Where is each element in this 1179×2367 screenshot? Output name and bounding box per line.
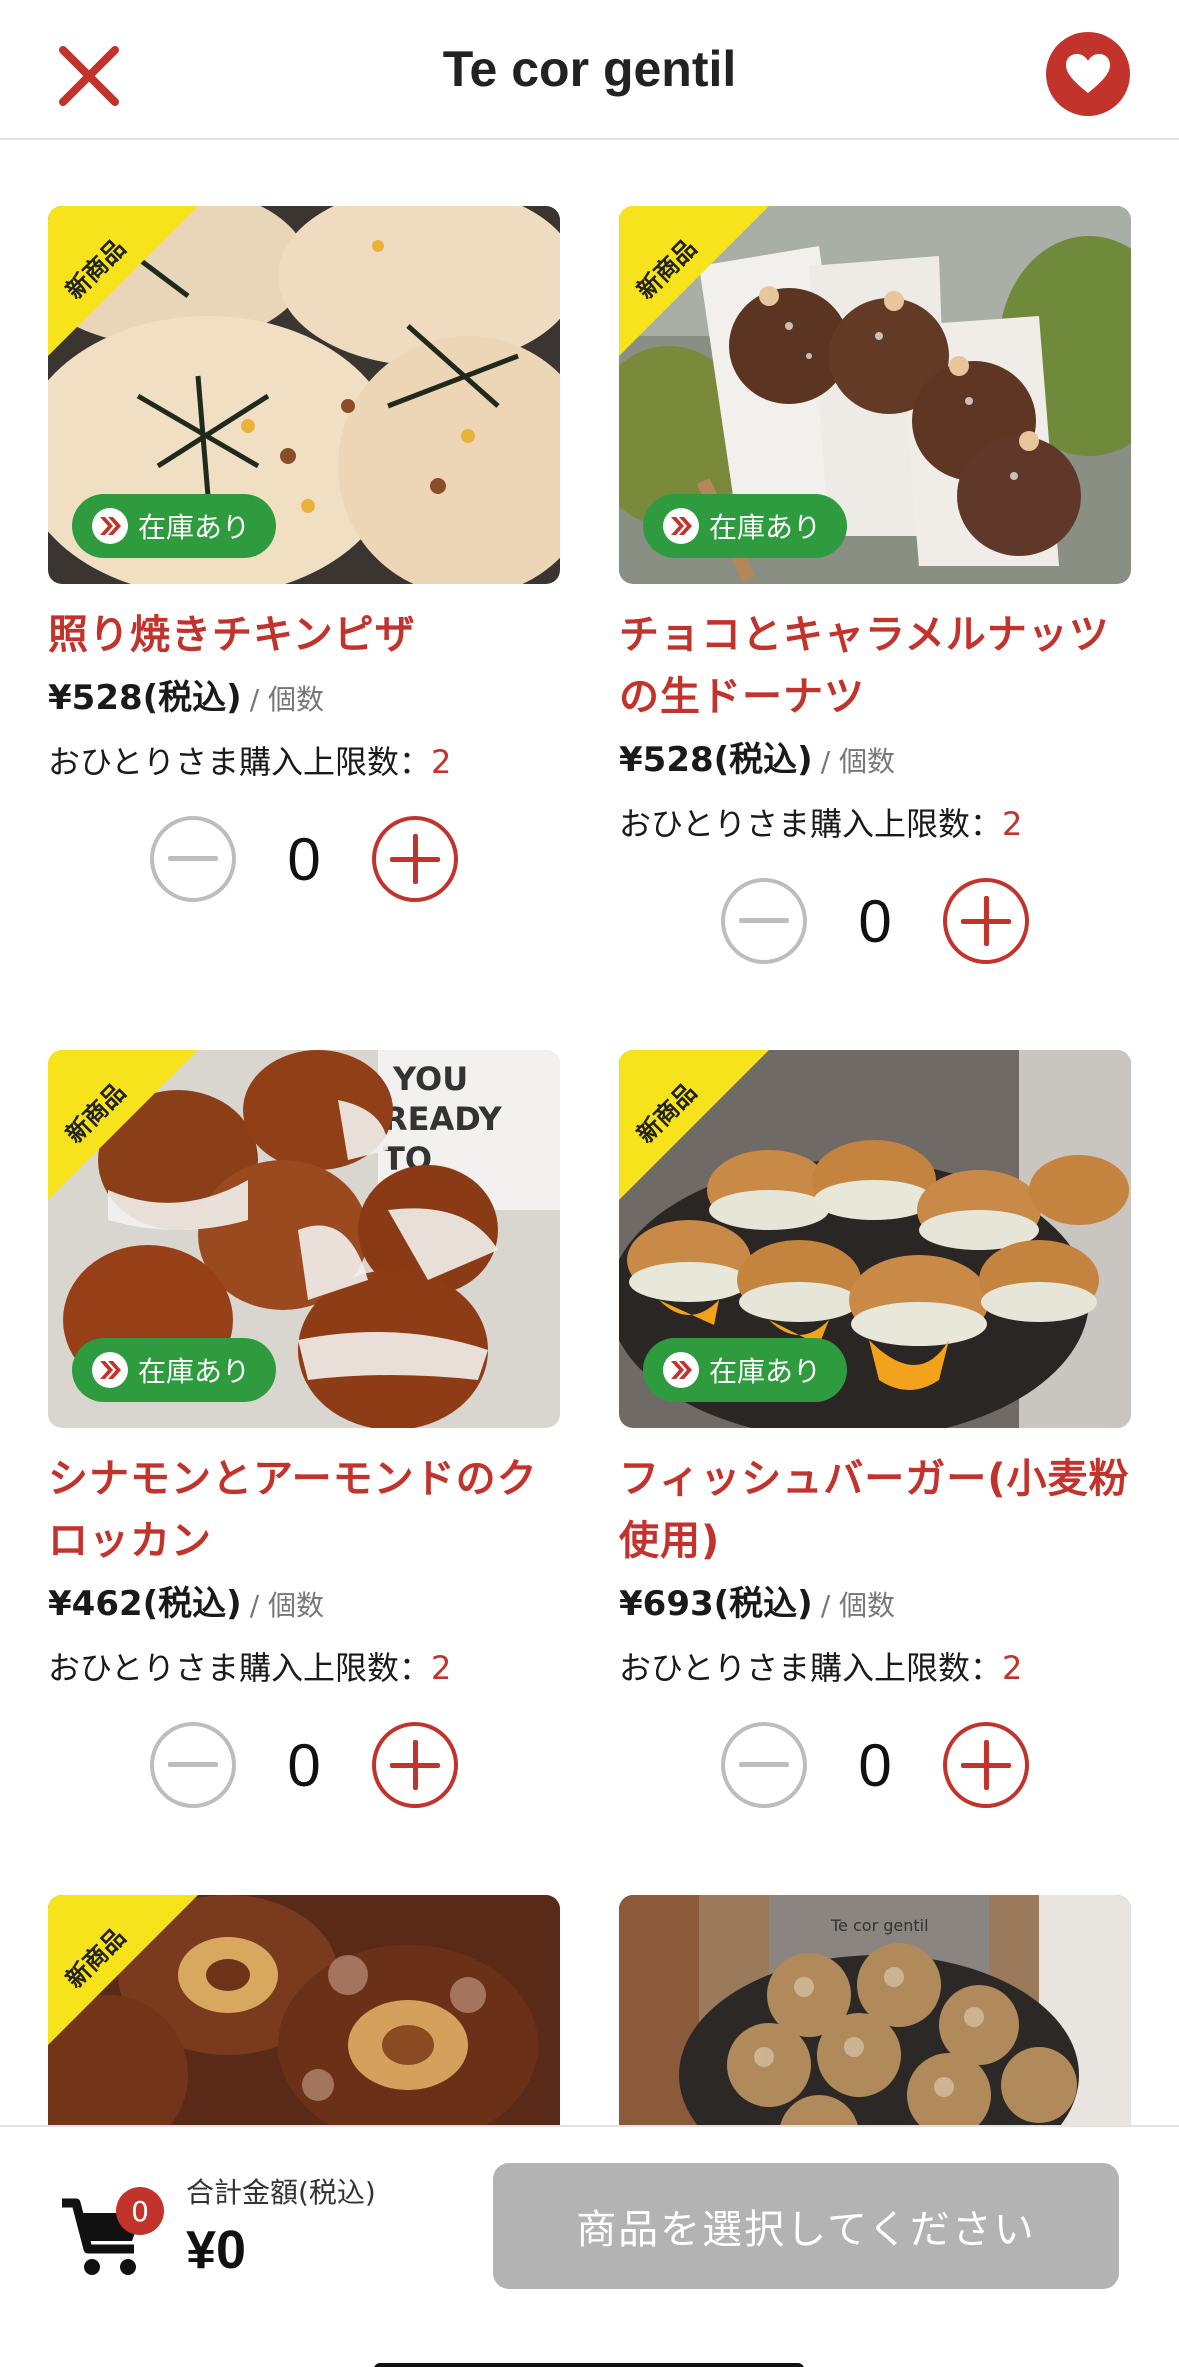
price-row: ¥528(税込) / 個数 — [48, 670, 560, 728]
decrease-button[interactable] — [150, 1722, 236, 1808]
product-card[interactable]: Te cor gentil — [619, 1895, 1131, 2125]
stock-icon — [663, 1352, 699, 1388]
app-header: Te cor gentil — [0, 0, 1179, 140]
minus-icon — [168, 1762, 218, 1767]
minus-icon — [739, 1762, 789, 1767]
product-name[interactable]: チョコとキャラメルナッツの生ドーナツ — [619, 604, 1131, 728]
home-indicator[interactable] — [374, 2363, 804, 2367]
stock-label: 在庫あり — [709, 511, 822, 544]
product-card[interactable]: YOU READY TO EAT? — [48, 1050, 560, 1808]
quantity-value: 0 — [287, 825, 321, 893]
product-image[interactable]: YOU READY TO EAT? — [48, 1050, 560, 1428]
product-image[interactable]: Te cor gentil — [619, 1895, 1131, 2125]
purchase-limit: おひとりさま購入上限数：2 — [619, 1640, 1131, 1696]
svg-text:READY: READY — [383, 1100, 503, 1138]
product-price: ¥693(税込) — [619, 1584, 813, 1624]
new-ribbon: 新商品 — [619, 1050, 819, 1250]
plus-icon — [390, 1740, 440, 1790]
stock-icon — [92, 1352, 128, 1388]
increase-button[interactable] — [943, 1722, 1029, 1808]
purchase-limit-value: 2 — [431, 743, 452, 781]
purchase-limit-value: 2 — [1002, 805, 1023, 843]
plus-icon — [390, 834, 440, 884]
increase-button[interactable] — [943, 878, 1029, 964]
purchase-limit: おひとりさま購入上限数：2 — [619, 796, 1131, 852]
quantity-value: 0 — [287, 1731, 321, 1799]
increase-button[interactable] — [372, 816, 458, 902]
price-row: ¥693(税込) / 個数 — [619, 1576, 1131, 1634]
total-value: ¥0 — [186, 2220, 247, 2280]
new-ribbon: 新商品 — [619, 206, 819, 406]
price-row: ¥528(税込) / 個数 — [619, 732, 1131, 790]
product-card[interactable]: 新商品 在庫あり チョコとキャラメルナッツの生ドーナツ ¥528(税込) / 個数… — [619, 206, 1131, 964]
purchase-limit-label: おひとりさま購入上限数： — [48, 743, 432, 781]
purchase-limit-value: 2 — [431, 1649, 452, 1687]
svg-text:YOU: YOU — [392, 1060, 468, 1098]
heart-icon — [1066, 54, 1110, 93]
stock-icon — [92, 508, 128, 544]
quantity-value: 0 — [858, 1731, 892, 1799]
minus-icon — [168, 856, 218, 861]
stock-badge: 在庫あり — [72, 494, 277, 558]
price-unit: / 個数 — [820, 1589, 896, 1622]
stock-badge: 在庫あり — [643, 494, 848, 558]
product-card[interactable]: 新商品 在庫あり 照り焼きチキンピザ ¥528(税込) / 個数 おひとりさま購入… — [48, 206, 560, 902]
product-card[interactable]: 新商品 — [48, 1895, 560, 2125]
minus-icon — [739, 918, 789, 923]
product-price: ¥462(税込) — [48, 1584, 242, 1624]
price-unit: / 個数 — [249, 683, 325, 716]
price-unit: / 個数 — [820, 745, 896, 778]
price-unit: / 個数 — [249, 1589, 325, 1622]
product-image[interactable]: 新商品 在庫あり — [619, 206, 1131, 584]
purchase-limit-label: おひとりさま購入上限数： — [619, 805, 1003, 843]
increase-button[interactable] — [372, 1722, 458, 1808]
product-grid: 新商品 在庫あり 照り焼きチキンピザ ¥528(税込) / 個数 おひとりさま購入… — [0, 140, 1179, 2125]
purchase-limit-value: 2 — [1002, 1649, 1023, 1687]
page-title: Te cor gentil — [442, 41, 737, 97]
favorite-button[interactable] — [1046, 32, 1130, 116]
product-name[interactable]: フィッシュバーガー(小麦粉使用) — [619, 1448, 1131, 1572]
cart-count-badge: 0 — [116, 2187, 164, 2235]
product-image[interactable]: 新商品 在庫あり — [619, 1050, 1131, 1428]
stock-badge: 在庫あり — [72, 1338, 277, 1402]
stock-icon — [663, 508, 699, 544]
total-label: 合計金額(税込) — [186, 2176, 376, 2209]
quantity-stepper: 0 — [48, 1722, 560, 1808]
product-name[interactable]: シナモンとアーモンドのクロッカン — [48, 1448, 560, 1572]
quantity-stepper: 0 — [619, 878, 1131, 964]
purchase-limit: おひとりさま購入上限数：2 — [48, 734, 560, 790]
plus-icon — [961, 896, 1011, 946]
price-row: ¥462(税込) / 個数 — [48, 1576, 560, 1634]
stock-label: 在庫あり — [138, 511, 251, 544]
quantity-stepper: 0 — [619, 1722, 1131, 1808]
product-image[interactable]: 新商品 在庫あり — [48, 206, 560, 584]
stock-label: 在庫あり — [138, 1355, 251, 1388]
new-ribbon: 新商品 — [48, 206, 248, 406]
product-price: ¥528(税込) — [48, 678, 242, 718]
new-ribbon: 新商品 — [48, 1050, 248, 1250]
quantity-stepper: 0 — [48, 816, 560, 902]
new-ribbon: 新商品 — [48, 1895, 248, 2095]
product-image[interactable]: 新商品 — [48, 1895, 560, 2125]
product-card[interactable]: 新商品 在庫あり フィッシュバーガー(小麦粉使用) ¥693(税込) / 個数 お… — [619, 1050, 1131, 1808]
product-name[interactable]: 照り焼きチキンピザ — [48, 604, 560, 666]
decrease-button[interactable] — [721, 1722, 807, 1808]
purchase-limit-label: おひとりさま購入上限数： — [48, 1649, 432, 1687]
plus-icon — [961, 1740, 1011, 1790]
stock-label: 在庫あり — [709, 1355, 822, 1388]
cart-footer: 0 合計金額(税込) ¥0 商品を選択してください — [0, 2125, 1179, 2367]
decrease-button[interactable] — [721, 878, 807, 964]
purchase-limit: おひとりさま購入上限数：2 — [48, 1640, 560, 1696]
product-photo: Te cor gentil — [619, 1895, 1131, 2125]
checkout-button[interactable]: 商品を選択してください — [493, 2163, 1119, 2289]
purchase-limit-label: おひとりさま購入上限数： — [619, 1649, 1003, 1687]
stock-badge: 在庫あり — [643, 1338, 848, 1402]
decrease-button[interactable] — [150, 816, 236, 902]
product-price: ¥528(税込) — [619, 740, 813, 780]
svg-text:Te cor gentil: Te cor gentil — [830, 1916, 929, 1935]
quantity-value: 0 — [858, 887, 892, 955]
